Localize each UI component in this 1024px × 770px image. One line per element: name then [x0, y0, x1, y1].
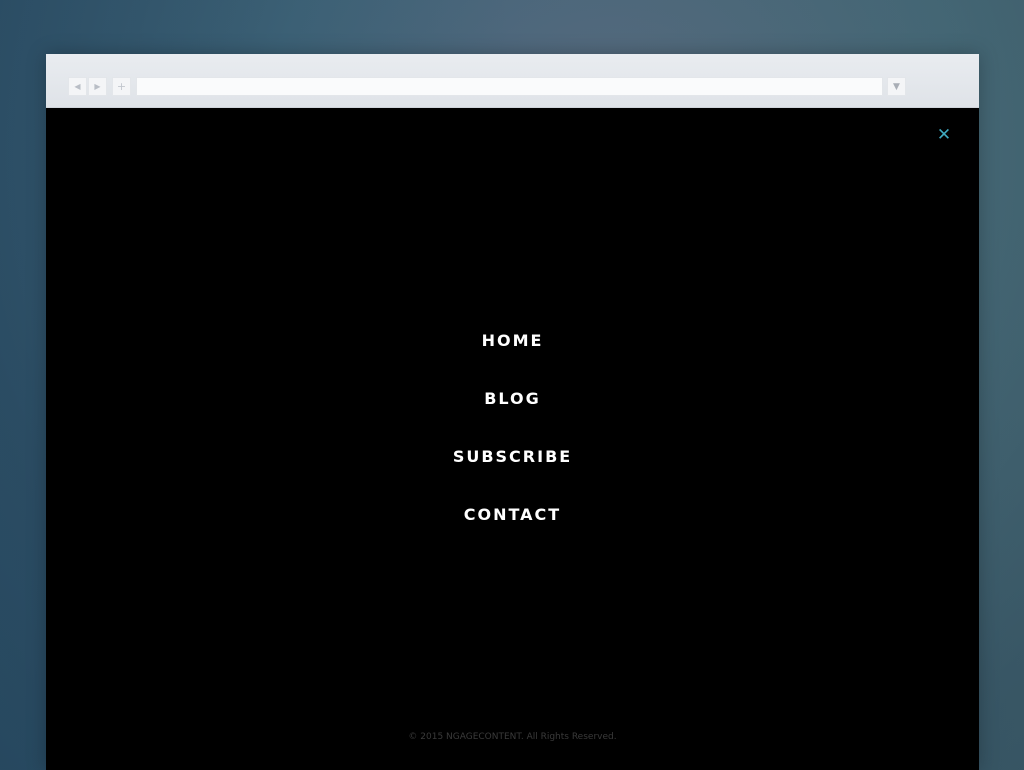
back-button[interactable]: ◀: [68, 77, 87, 96]
browser-toolbar: ◀ ▶ + ▼: [46, 54, 979, 108]
copyright-footer: © 2015 NGAGECONTENT. All Rights Reserved…: [408, 732, 617, 742]
new-tab-button[interactable]: +: [112, 77, 131, 96]
navigation-buttons: ◀ ▶: [68, 77, 107, 96]
menu-item-subscribe[interactable]: SUBSCRIBE: [46, 440, 979, 498]
browser-window: ◀ ▶ + ▼ ✕ HOME BLOG SUBSCRIBE CONTACT © …: [46, 54, 979, 770]
plus-icon: +: [116, 80, 127, 93]
address-bar[interactable]: [136, 77, 883, 96]
menu-item-contact[interactable]: CONTACT: [46, 498, 979, 556]
forward-button[interactable]: ▶: [88, 77, 107, 96]
chevron-down-icon: ▼: [893, 81, 900, 92]
forward-arrow-icon: ▶: [94, 81, 101, 91]
dropdown-button[interactable]: ▼: [887, 77, 906, 96]
menu-item-blog[interactable]: BLOG: [46, 382, 979, 440]
menu-item-home[interactable]: HOME: [46, 324, 979, 382]
close-menu-button[interactable]: ✕: [934, 125, 954, 145]
overlay-menu: HOME BLOG SUBSCRIBE CONTACT: [46, 324, 979, 556]
close-icon: ✕: [936, 125, 952, 145]
back-arrow-icon: ◀: [74, 81, 81, 91]
